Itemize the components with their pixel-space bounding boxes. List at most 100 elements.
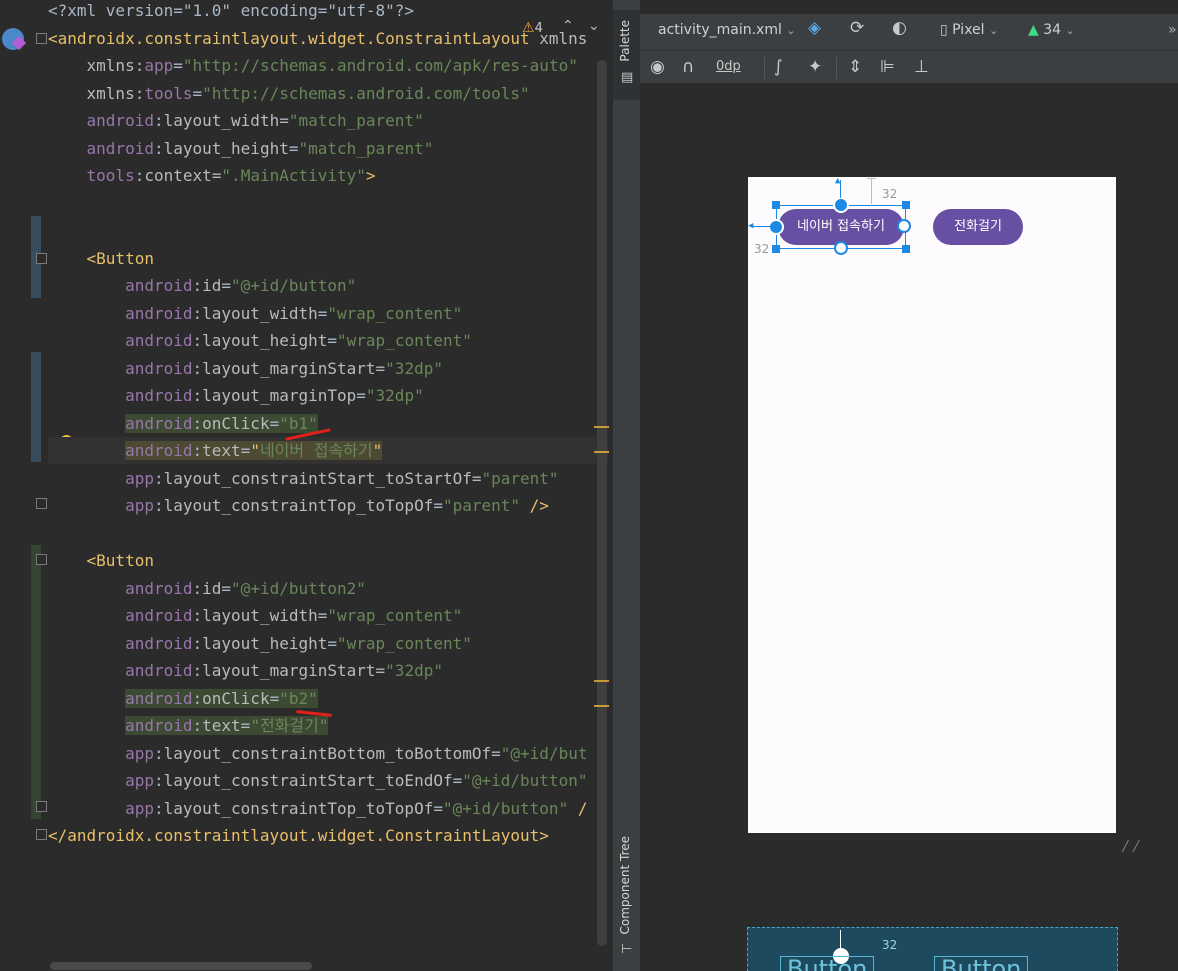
code-line[interactable]: tools:context=".MainActivity"> <box>48 162 376 189</box>
code-token: = <box>240 716 251 735</box>
code-token: : <box>192 303 203 323</box>
code-line[interactable]: app:layout_constraintStart_toStartOf="pa… <box>48 465 559 492</box>
pack-icon[interactable]: ⇕ <box>848 57 862 77</box>
code-line[interactable]: xmlns:app="http://schemas.android.com/ap… <box>48 52 578 79</box>
code-token: app <box>48 496 154 515</box>
vcs-added-marker[interactable] <box>31 545 41 819</box>
code-token: : <box>153 138 164 158</box>
code-token: = <box>433 798 443 818</box>
chevron-up-icon[interactable]: ⌃ <box>562 18 574 34</box>
magnet-icon[interactable]: ∩ <box>682 57 694 77</box>
orientation-icon[interactable]: ⟳ <box>850 18 864 38</box>
vertical-scrollbar[interactable] <box>597 60 607 946</box>
code-token: : <box>153 111 164 130</box>
code-token: : <box>192 633 203 653</box>
fold-icon[interactable] <box>35 800 46 811</box>
code-line[interactable]: android:layout_marginStart="32dp" <box>48 355 443 382</box>
code-line[interactable]: android:text="전화걸기" <box>48 712 329 739</box>
code-line[interactable]: app:layout_constraintTop_toTopOf="@+id/b… <box>48 795 587 822</box>
code-line[interactable]: <Button <box>48 245 154 272</box>
palette-tab[interactable]: Palette <box>613 10 641 100</box>
night-mode-icon[interactable]: ◐ <box>892 18 907 38</box>
resize-handle[interactable] <box>902 245 910 253</box>
align-icon[interactable]: ⊫ <box>880 57 895 77</box>
file-dropdown[interactable]: activity_main.xml ⌄ <box>658 22 796 38</box>
code-line[interactable]: android:id="@+id/button" <box>48 272 356 299</box>
end-anchor[interactable] <box>897 219 911 233</box>
warning-stripe-marker[interactable] <box>594 705 609 707</box>
clear-constraints-icon[interactable]: ∫ <box>774 57 783 77</box>
code-line[interactable]: android:onClick="b2" <box>48 685 318 712</box>
resize-handle[interactable] <box>772 245 780 253</box>
code-token: : <box>192 606 203 625</box>
code-token: text <box>202 441 241 460</box>
code-token: android <box>48 661 193 680</box>
fold-icon[interactable] <box>35 553 46 564</box>
design-canvas[interactable]: 네이버 접속하기 전화걸기 ▲ ◀ 32 32 ⁄⁄ 32 Button But… <box>640 84 1178 971</box>
overflow-icon[interactable]: » <box>1168 22 1177 38</box>
blueprint-button2[interactable]: Button <box>934 956 1029 971</box>
fold-icon[interactable] <box>35 497 46 508</box>
code-line[interactable]: app:layout_constraintBottom_toBottomOf="… <box>48 740 587 767</box>
blueprint-preview[interactable]: 32 Button Button <box>747 927 1118 971</box>
fold-icon[interactable] <box>35 828 46 839</box>
start-anchor[interactable] <box>768 219 784 235</box>
layers-icon[interactable]: ◈ <box>808 18 821 38</box>
warning-stripe-marker[interactable] <box>594 680 609 682</box>
code-line[interactable]: android:layout_width="wrap_content" <box>48 602 462 629</box>
horizontal-scrollbar[interactable] <box>50 962 312 970</box>
warning-stripe-marker[interactable] <box>594 451 609 453</box>
resize-handle[interactable] <box>772 201 780 209</box>
api-dropdown[interactable]: ▲ 34 ⌄ <box>1028 22 1075 38</box>
code-line[interactable]: <androidx.constraintlayout.widget.Constr… <box>48 25 587 52</box>
code-token: app <box>48 743 154 763</box>
code-line[interactable]: app:layout_constraintTop_toTopOf="parent… <box>48 492 549 519</box>
chevron-down-icon[interactable]: ⌄ <box>588 18 600 34</box>
blueprint-button[interactable]: Button <box>780 956 875 971</box>
code-line[interactable]: <?xml version="1.0" encoding="utf-8"?> <box>48 0 414 24</box>
code-editor[interactable]: <?xml version="1.0" encoding="utf-8"?> <a… <box>0 0 612 971</box>
margin-indicator <box>867 178 876 179</box>
code-line[interactable]: android:layout_height="wrap_content" <box>48 630 472 657</box>
code-line[interactable]: </androidx.constraintlayout.widget.Const… <box>48 822 549 849</box>
code-line[interactable]: xmlns:tools="http://schemas.android.com/… <box>48 80 530 107</box>
code-line[interactable]: android:id="@+id/button2" <box>48 575 366 602</box>
component-tree-tab[interactable]: Component Tree <box>618 836 632 934</box>
fold-icon[interactable] <box>35 32 46 43</box>
top-anchor[interactable] <box>833 197 849 213</box>
code-token: : <box>153 496 164 515</box>
device-dropdown[interactable]: ▯ Pixel ⌄ <box>940 22 998 38</box>
code-line[interactable]: android:text="네이버 접속하기" <box>48 437 608 464</box>
resize-grip-icon[interactable]: ⁄⁄ <box>1120 836 1142 858</box>
bottom-anchor[interactable] <box>834 241 848 255</box>
code-token: "parent" <box>481 468 559 488</box>
vcs-modified-marker[interactable] <box>31 352 41 462</box>
fold-icon[interactable] <box>35 252 46 263</box>
code-line[interactable]: android:layout_marginTop="32dp" <box>48 382 424 409</box>
code-token: = <box>192 83 203 103</box>
code-token: = <box>317 303 328 323</box>
eye-icon[interactable]: ◉ <box>650 57 665 77</box>
code-line[interactable]: android:layout_marginStart="32dp" <box>48 657 443 684</box>
default-margin-dropdown[interactable]: 0dp <box>716 59 741 74</box>
code-line[interactable]: <Button <box>48 547 154 574</box>
code-line[interactable]: android:onClick="b1" <box>48 410 318 437</box>
margin-start-label: 32 <box>754 242 770 256</box>
resize-handle[interactable] <box>902 201 910 209</box>
infer-constraints-icon[interactable]: ✦ <box>808 57 822 77</box>
code-line[interactable]: android:layout_width="wrap_content" <box>48 300 462 327</box>
guidelines-icon[interactable]: ⊥ <box>914 57 929 77</box>
code-line[interactable]: android:layout_width="match_parent" <box>48 107 424 134</box>
code-token: </androidx.constraintlayout.widget.Const… <box>48 826 549 845</box>
code-token: xmlns <box>48 83 135 103</box>
code-token: : <box>153 771 164 790</box>
warnings-indicator[interactable]: ⚠4 <box>522 20 543 36</box>
device-preview[interactable]: 네이버 접속하기 전화걸기 ▲ ◀ 32 32 <box>748 177 1116 833</box>
call-button[interactable]: 전화걸기 <box>933 209 1023 245</box>
code-line[interactable]: android:layout_height="match_parent" <box>48 135 434 162</box>
code-line[interactable]: app:layout_constraintStart_toEndOf="@+id… <box>48 767 587 794</box>
code-line[interactable]: android:layout_height="wrap_content" <box>48 327 472 354</box>
warning-stripe-marker[interactable] <box>594 426 609 428</box>
